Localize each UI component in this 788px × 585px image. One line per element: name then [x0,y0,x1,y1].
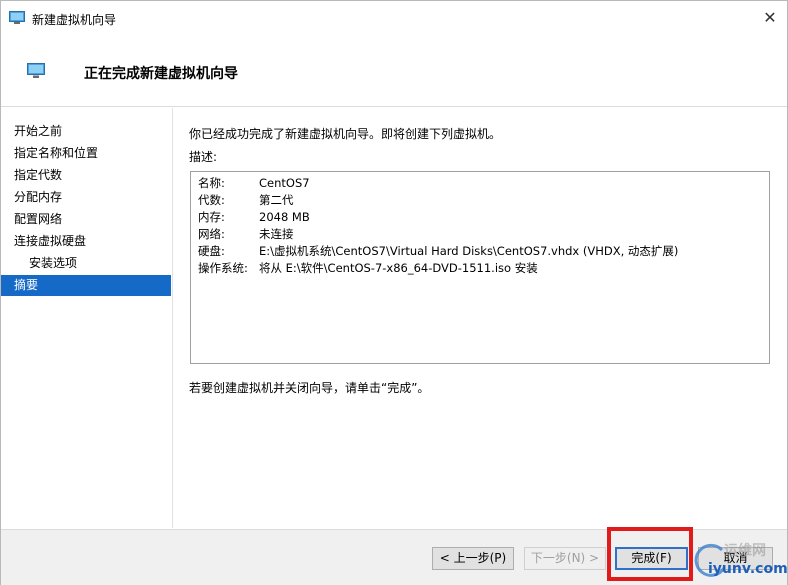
summary-value: CentOS7 [259,176,310,190]
sidebar-item-install-options[interactable]: 安装选项 [1,253,171,274]
finish-hint-text: 若要创建虚拟机并关闭向导，请单击“完成”。 [189,381,430,395]
summary-value: 将从 E:\软件\CentOS-7-x86_64-DVD-1511.iso 安装 [259,261,538,275]
sidebar-item-generation[interactable]: 指定代数 [1,165,171,186]
summary-key: 名称: [198,176,225,190]
hyper-v-icon [27,63,45,78]
sidebar-item-virtual-disk[interactable]: 连接虚拟硬盘 [1,231,171,252]
hyper-v-icon [9,11,25,24]
summary-value: 2048 MB [259,210,310,224]
summary-textbox[interactable]: 名称: CentOS7 代数: 第二代 内存: 2048 MB 网络: 未连接 … [190,171,770,364]
summary-key: 硬盘: [198,244,225,258]
sidebar-item-summary[interactable]: 摘要 [1,275,171,296]
button-bar: < 上一步(P) 下一步(N) > 完成(F) 取消 [1,529,787,585]
summary-value: 第二代 [259,193,294,207]
sidebar-item-before-you-begin[interactable]: 开始之前 [1,121,171,142]
wizard-window: 新建虚拟机向导 ✕ 正在完成新建虚拟机向导 开始之前 指定名称和位置 指定代数 … [0,0,788,585]
title-bar: 新建虚拟机向导 ✕ [1,1,787,35]
wizard-steps-nav: 开始之前 指定名称和位置 指定代数 分配内存 配置网络 连接虚拟硬盘 安装选项 … [1,108,173,528]
finish-button[interactable]: 完成(F) [615,547,688,570]
description-label: 描述: [189,150,218,164]
cancel-button[interactable]: 取消 [698,547,773,570]
wizard-content: 你已经成功完成了新建虚拟机向导。即将创建下列虚拟机。 描述: 名称: CentO… [174,108,787,528]
close-icon: ✕ [763,8,777,27]
intro-text: 你已经成功完成了新建虚拟机向导。即将创建下列虚拟机。 [189,127,502,141]
summary-key: 内存: [198,210,225,224]
sidebar-item-network[interactable]: 配置网络 [1,209,171,230]
summary-key: 代数: [198,193,225,207]
sidebar-item-name-location[interactable]: 指定名称和位置 [1,143,171,164]
close-button[interactable]: ✕ [753,5,787,31]
wizard-header: 正在完成新建虚拟机向导 [1,35,787,107]
summary-value: E:\虚拟机系统\CentOS7\Virtual Hard Disks\Cent… [259,244,679,258]
summary-key: 操作系统: [198,261,248,275]
page-title: 正在完成新建虚拟机向导 [84,66,238,82]
next-button[interactable]: 下一步(N) > [524,547,606,570]
summary-value: 未连接 [259,227,294,241]
sidebar-item-memory[interactable]: 分配内存 [1,187,171,208]
previous-button[interactable]: < 上一步(P) [432,547,514,570]
summary-key: 网络: [198,227,225,241]
window-title: 新建虚拟机向导 [32,13,117,27]
